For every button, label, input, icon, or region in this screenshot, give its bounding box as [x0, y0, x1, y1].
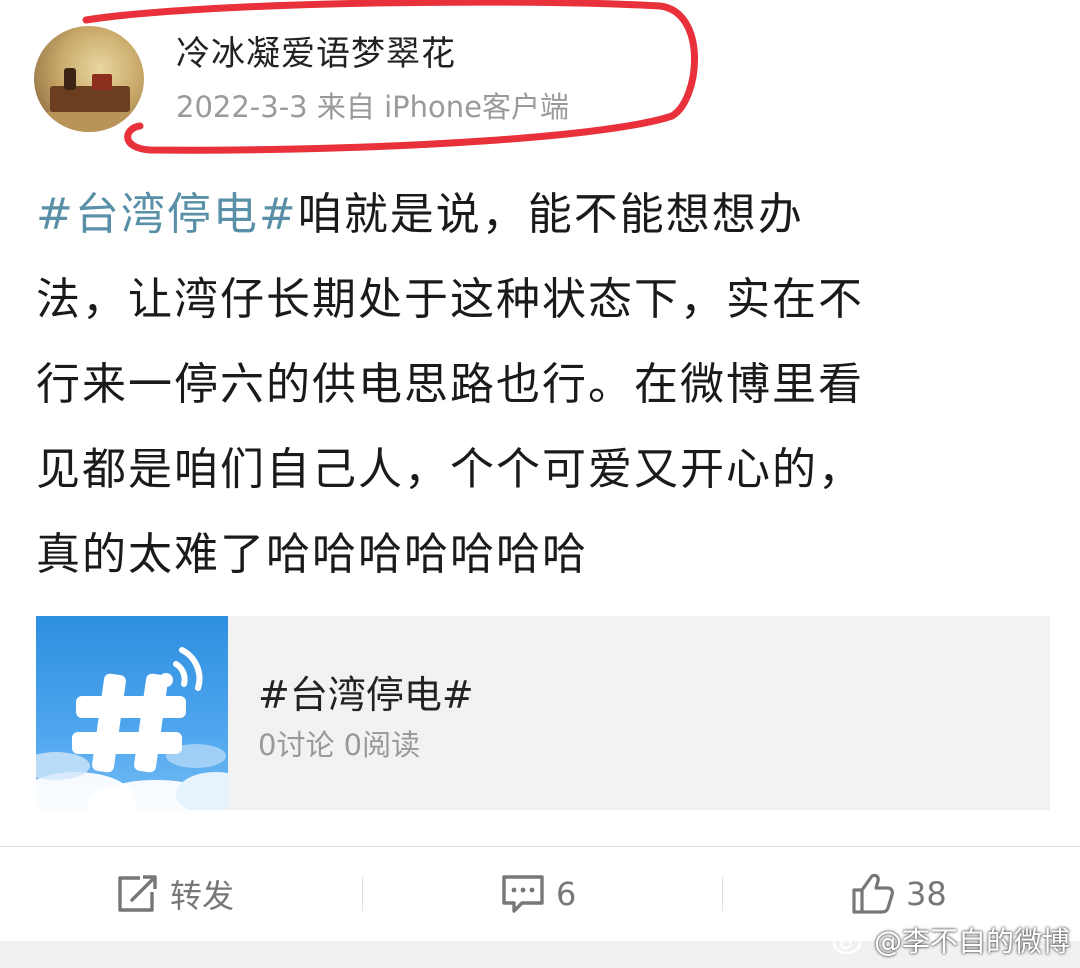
- like-count: 38: [906, 875, 947, 913]
- repost-icon: [118, 875, 157, 912]
- topic-stats: 0讨论 0阅读: [258, 728, 421, 762]
- post-body: #台湾停电#咱就是说，能不能想想办 法，让湾仔长期处于这种状态下，实在不 行来一…: [36, 172, 1066, 597]
- post-line: 法，让湾仔长期处于这种状态下，实在不: [36, 274, 864, 325]
- watermark: @李不自的微博: [832, 920, 1070, 960]
- watermark-text: @李不自的微博: [873, 925, 1070, 958]
- red-highlight-oval: [82, 0, 698, 154]
- hashtag-signal-icon: [36, 647, 228, 810]
- post-line: 见都是咱们自己人，个个可爱又开心的，: [36, 444, 864, 495]
- thumbs-up-icon: [852, 873, 894, 914]
- post-line: #台湾停电#咱就是说，能不能想想办: [36, 172, 1066, 257]
- post-line: 行来一停六的供电思路也行。在微博里看: [36, 359, 864, 410]
- repost-button[interactable]: 转发: [116, 847, 234, 941]
- weibo-post-screenshot: 冷冰凝爱语梦翠花 2022-3-3 来自 iPhone客户端 #台湾停电#咱就是…: [0, 0, 1080, 968]
- post-line-text: 咱就是说，能不能想想办: [297, 189, 804, 240]
- topic-card[interactable]: #台湾停电# 0讨论 0阅读: [36, 616, 1050, 810]
- weibo-logo-icon: [832, 927, 866, 955]
- topic-title: #台湾停电#: [258, 673, 474, 717]
- action-separator: [722, 877, 723, 911]
- repost-label: 转发: [170, 877, 235, 915]
- comment-button[interactable]: 6: [500, 847, 576, 941]
- post-line: 真的太难了哈哈哈哈哈哈哈: [36, 529, 588, 580]
- comment-icon: [502, 875, 544, 913]
- action-separator: [362, 877, 363, 911]
- hashtag-link[interactable]: #台湾停电#: [36, 189, 298, 240]
- topic-image: [36, 616, 228, 810]
- comment-count: 6: [556, 875, 577, 913]
